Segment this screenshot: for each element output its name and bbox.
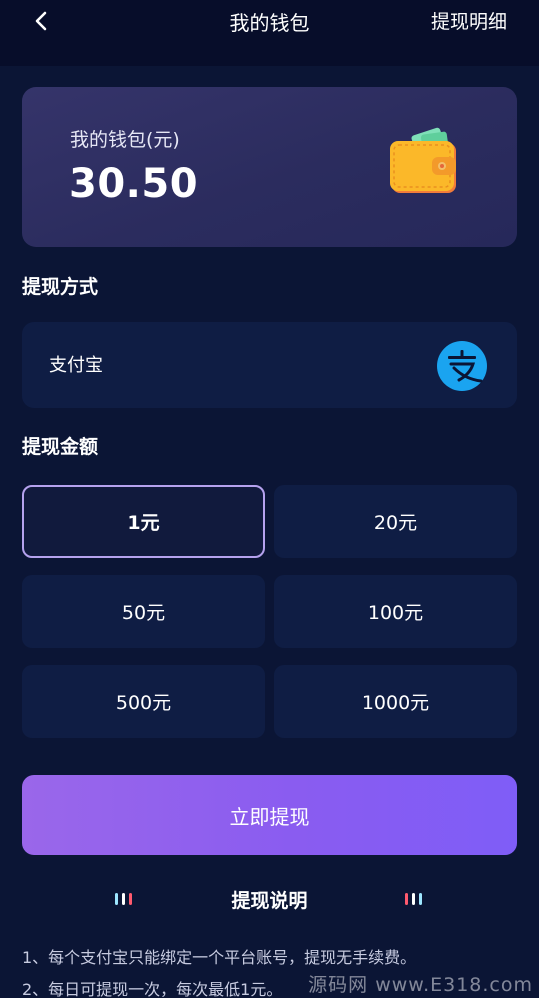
decor-bars-right-icon xyxy=(405,893,422,905)
amount-option-20[interactable]: 20元 xyxy=(274,485,517,558)
wallet-balance-card: 我的钱包(元) 30.50 xyxy=(22,87,517,247)
amount-option-500[interactable]: 500元 xyxy=(22,665,265,738)
note-line-2: 2、每日可提现一次，每次最低1元。 xyxy=(22,980,283,998)
withdraw-method-alipay[interactable]: 支付宝 xyxy=(22,322,517,408)
wallet-icon xyxy=(390,127,456,193)
watermark: 源码网 www.E318.com xyxy=(308,974,533,996)
amount-option-1[interactable]: 1元 xyxy=(22,485,265,558)
notes-header: 提现说明 xyxy=(0,884,539,914)
nav-bar: 我的钱包 提现明细 xyxy=(0,0,539,66)
withdraw-history-link[interactable]: 提现明细 xyxy=(431,7,507,34)
withdraw-method-title: 提现方式 xyxy=(22,276,99,298)
amount-option-100[interactable]: 100元 xyxy=(274,575,517,648)
note-line-1: 1、每个支付宝只能绑定一个平台账号，提现无手续费。 xyxy=(22,948,417,967)
wallet-balance: 30.50 xyxy=(69,161,199,207)
wallet-page: 我的钱包 提现明细 我的钱包(元) 30.50 提现方式 支付宝 提现金额 1元… xyxy=(0,0,539,998)
alipay-icon xyxy=(437,341,487,391)
withdraw-submit-button[interactable]: 立即提现 xyxy=(22,775,517,855)
amount-option-50[interactable]: 50元 xyxy=(22,575,265,648)
amount-option-1000[interactable]: 1000元 xyxy=(274,665,517,738)
wallet-label: 我的钱包(元) xyxy=(70,129,180,151)
method-label: 支付宝 xyxy=(49,355,103,376)
withdraw-amount-title: 提现金额 xyxy=(22,436,99,458)
notes-title: 提现说明 xyxy=(231,890,308,912)
